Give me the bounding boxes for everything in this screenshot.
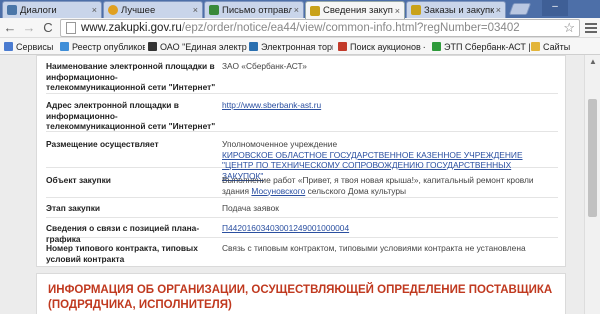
minimize-button[interactable]: –: [542, 0, 568, 16]
tab-label: Заказы и закупки: [424, 4, 494, 16]
page-scrollbar[interactable]: ▲: [584, 55, 600, 314]
bookmark-unified-etp[interactable]: ОАО "Единая электр: [148, 40, 248, 53]
bookmark-sberbank-ast[interactable]: ЭТП Сбербанк-АСТ |: [432, 40, 530, 53]
info-row: Объект закупки Выполнение работ «Привет,…: [46, 168, 558, 198]
folder-icon: [531, 42, 540, 51]
plan-schedule-link[interactable]: П44201603403001249001000004: [222, 223, 349, 233]
menu-icon[interactable]: [585, 21, 597, 35]
row-label: Этап закупки: [46, 203, 101, 213]
bookmark-label: Сервисы: [16, 41, 54, 52]
row-label: Наименование электронной площадки в инфо…: [46, 61, 216, 92]
close-icon[interactable]: ×: [496, 5, 501, 15]
url-host: www.zakupki.gov.ru: [81, 22, 182, 34]
bookmark-e-trading[interactable]: Электронная торгов: [249, 40, 333, 53]
bookmark-registry[interactable]: Реестр опубликован: [60, 40, 145, 53]
tab-dialogs[interactable]: Диалоги ×: [2, 1, 102, 18]
forward-button[interactable]: →: [22, 20, 36, 36]
tab-strip: Диалоги × Лучшее × Письмо отправле × Све…: [0, 0, 600, 19]
vk-icon: [7, 5, 17, 15]
address-bar[interactable]: www.zakupki.gov.ru/epz/order/notice/ea44…: [60, 19, 580, 37]
tab-orders[interactable]: Заказы и закупки ×: [406, 1, 506, 18]
rts-icon: [338, 42, 347, 51]
page-icon: [66, 22, 76, 34]
tab-best[interactable]: Лучшее ×: [103, 1, 203, 18]
window-controls: –: [540, 0, 600, 18]
row-label: Номер типового контракта, типовых услови…: [46, 243, 198, 264]
info-row: Сведения о связи с позицией плана-график…: [46, 218, 558, 244]
url-path: /epz/order/notice/ea44/view/common-info.…: [181, 22, 520, 34]
row-label: Адрес электронной площадки в информацион…: [46, 100, 216, 131]
placer-role: Уполномоченное учреждение: [222, 139, 338, 149]
reload-button[interactable]: C: [41, 20, 55, 36]
info-row: Наименование электронной площадки в инфо…: [46, 56, 558, 94]
close-icon[interactable]: ×: [193, 5, 198, 15]
bookmark-label: Электронная торгов: [261, 41, 333, 52]
tab-label: Письмо отправле: [222, 4, 292, 16]
section-heading: ИНФОРМАЦИЯ ОБ ОРГАНИЗАЦИИ, ОСУЩЕСТВЛЯЮЩЕ…: [48, 284, 553, 311]
bookmark-folder-sites[interactable]: Сайты: [531, 40, 591, 53]
mail-icon: [209, 5, 219, 15]
tab-mail-sent[interactable]: Письмо отправле ×: [204, 1, 304, 18]
info-row: Адрес электронной площадки в информацион…: [46, 94, 558, 132]
row-value: Связь с типовым контрактом, типовыми усл…: [222, 243, 526, 253]
row-value: Выполнение работ «Привет, я твоя новая к…: [222, 175, 552, 196]
smiley-icon: [108, 5, 118, 15]
bookmark-services[interactable]: Сервисы: [4, 40, 60, 53]
registry-icon: [60, 42, 69, 51]
row-label: Объект закупки: [46, 175, 111, 185]
row-value: ЗАО «Сбербанк-АСТ»: [222, 61, 307, 71]
bookmark-label: Поиск аукционов - F: [350, 41, 425, 52]
procurement-info-panel: Наименование электронной площадки в инфо…: [36, 55, 566, 267]
bookmarks-bar: Сервисы Реестр опубликован ОАО "Единая э…: [0, 38, 600, 55]
page-content: Наименование электронной площадки в инфо…: [0, 55, 584, 314]
back-button[interactable]: ←: [3, 20, 17, 36]
close-icon[interactable]: ×: [294, 5, 299, 15]
sberbank-icon: [432, 42, 441, 51]
scrollbar-thumb[interactable]: [588, 99, 597, 217]
url-text[interactable]: www.zakupki.gov.ru/epz/order/notice/ea44…: [81, 22, 559, 34]
info-row: Размещение осуществляет Уполномоченное у…: [46, 132, 558, 181]
tab-label: Диалоги: [20, 4, 57, 16]
tab-label: Лучшее: [121, 4, 156, 16]
bookmark-auction-search[interactable]: Поиск аукционов - F: [338, 40, 425, 53]
etp-url-link[interactable]: http://www.sberbank-ast.ru: [222, 100, 321, 110]
organizer-section: ИНФОРМАЦИЯ ОБ ОРГАНИЗАЦИИ, ОСУЩЕСТВЛЯЮЩЕ…: [36, 273, 566, 314]
row-value: Подача заявок: [222, 203, 279, 213]
village-link[interactable]: Мосуновского: [251, 186, 305, 196]
emblem-icon: [411, 5, 421, 15]
scroll-up-arrow-icon[interactable]: ▲: [585, 55, 600, 69]
bookmark-star-icon[interactable]: ☆: [563, 20, 575, 36]
emblem-icon: [310, 5, 320, 16]
bookmark-label: ОАО "Единая электр: [160, 41, 247, 52]
apps-grid-icon: [4, 42, 13, 51]
info-row: Этап закупки Подача заявок: [46, 198, 558, 218]
new-tab-button[interactable]: [508, 3, 532, 15]
bookmark-label: Реестр опубликован: [72, 41, 145, 52]
bookmark-label: ЭТП Сбербанк-АСТ |: [444, 41, 530, 52]
etp-icon: [148, 42, 157, 51]
trading-icon: [249, 42, 258, 51]
tab-procurement-info[interactable]: Сведения закупк ×: [305, 1, 405, 19]
row-label: Размещение осуществляет: [46, 139, 159, 149]
tab-label: Сведения закупк: [323, 5, 393, 16]
row-value: П44201603403001249001000004: [222, 223, 552, 234]
close-icon[interactable]: ×: [92, 5, 97, 15]
info-row: Номер типового контракта, типовых услови…: [46, 238, 558, 267]
row-value: http://www.sberbank-ast.ru: [222, 100, 552, 111]
browser-toolbar: ← → C www.zakupki.gov.ru/epz/order/notic…: [0, 18, 600, 38]
close-icon[interactable]: ×: [395, 6, 400, 16]
object-text-post: сельского Дома культуры: [305, 185, 407, 196]
bookmark-label: Сайты: [543, 41, 571, 52]
